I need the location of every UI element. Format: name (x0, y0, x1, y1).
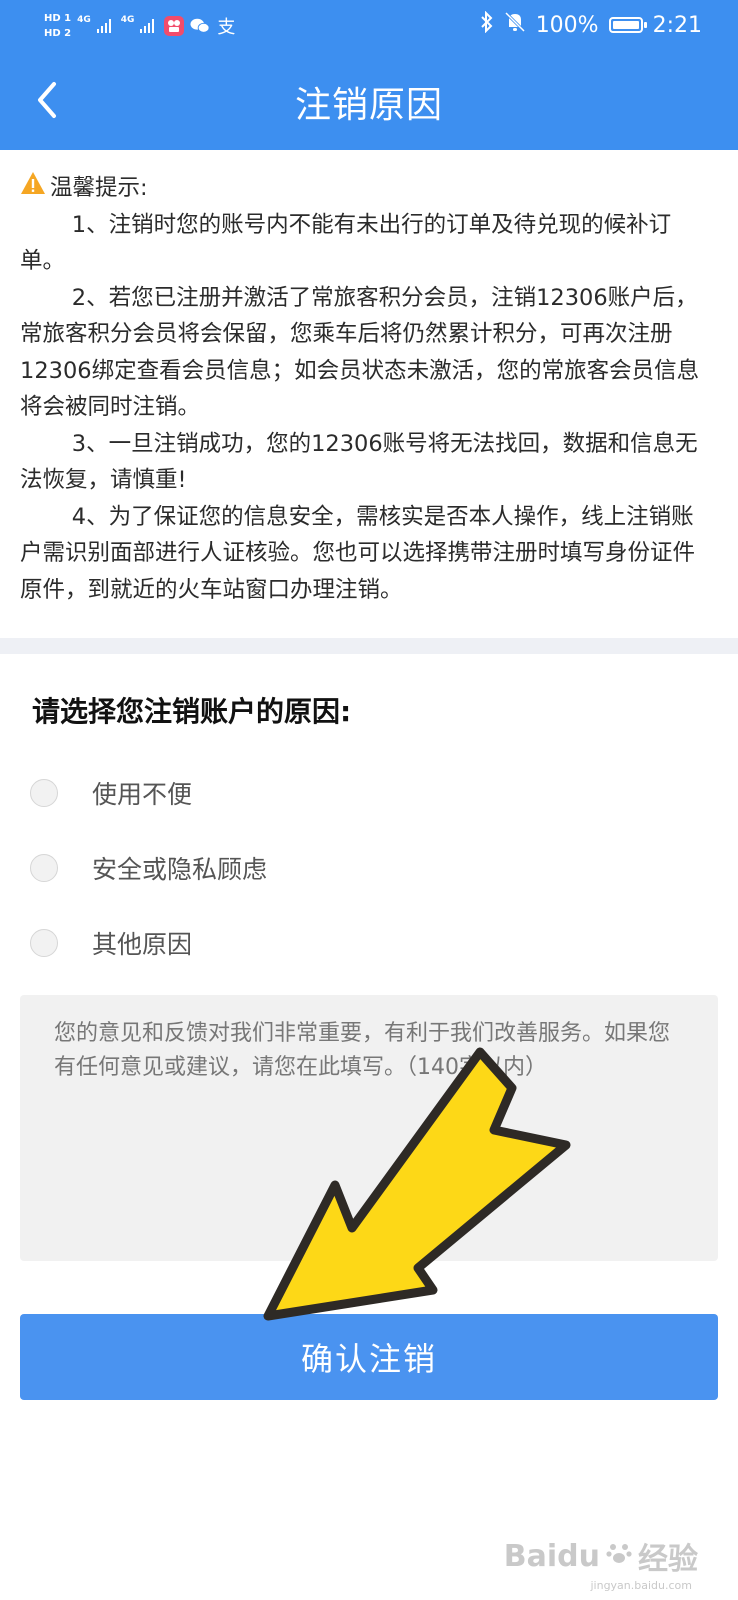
reason-option-label: 其他原因 (92, 930, 193, 959)
paw-icon (606, 1539, 632, 1574)
notice-item-1: 1、注销时您的账号内不能有未出行的订单及待兑现的候补订单。 (20, 211, 672, 275)
sim2-indicator: HD 2 (44, 27, 72, 39)
page-title: 注销原因 (294, 85, 443, 126)
notice-item-3: 3、一旦注销成功，您的12306账号将无法找回，数据和信息无法恢复，请慎重! (20, 430, 698, 494)
clock-time: 2:21 (652, 12, 702, 38)
notice-title: 温馨提示: (50, 175, 148, 201)
network-type-2: 4G (120, 15, 135, 25)
baidu-brand: Baidu (503, 1538, 600, 1574)
reason-option-label: 安全或隐私顾虑 (92, 855, 268, 884)
notice-item-4: 4、为了保证您的信息安全，需核实是否本人操作，线上注销账户需识别面部进行人证核验… (20, 503, 696, 603)
status-bar: HD 1 HD 2 4G 4G 支 100% 2:21 (0, 0, 738, 52)
mute-notification-icon (504, 11, 526, 39)
warm-tips-section: 温馨提示: 1、注销时您的账号内不能有未出行的订单及待兑现的候补订单。 2、若您… (20, 170, 710, 608)
radio-button[interactable] (30, 779, 58, 807)
reason-heading: 请选择您注销账户的原因: (32, 695, 352, 728)
signal-icon-2 (140, 19, 155, 33)
alipay-icon: 支 (217, 17, 236, 38)
reason-option-privacy[interactable]: 安全或隐私顾虑 (30, 845, 690, 891)
watermark-url: jingyan.baidu.com (590, 1579, 692, 1592)
notice-title-row: 温馨提示: (20, 170, 710, 207)
jingyan-text: 经验 (638, 1542, 698, 1577)
app-header: HD 1 HD 2 4G 4G 支 100% 2:21 注销原因 (0, 0, 738, 150)
sim-indicators: HD 1 HD 2 (44, 13, 71, 40)
network-type-1: 4G (77, 15, 91, 25)
radio-button[interactable] (30, 854, 58, 882)
reason-option-other[interactable]: 其他原因 (30, 920, 690, 966)
kuaishou-app-icon (164, 16, 185, 36)
baidu-jingyan-watermark: Baidu 经验 jingyan.baidu.com (503, 1534, 698, 1593)
warning-icon (20, 170, 46, 207)
reason-option-label: 使用不便 (92, 780, 193, 809)
confirm-cancel-account-button[interactable]: 确认注销 (20, 1314, 718, 1400)
signal-icon-1 (96, 19, 111, 33)
battery-icon (608, 17, 647, 33)
feedback-textarea[interactable] (20, 995, 718, 1261)
notice-item-2: 2、若您已注册并激活了常旅客积分会员，注销12306账户后，常旅客积分会员将会保… (20, 284, 700, 421)
bluetooth-icon (480, 10, 494, 39)
wechat-icon (190, 16, 210, 36)
status-bar-left: HD 1 HD 2 4G 4G 支 (44, 6, 236, 46)
reason-option-inconvenient[interactable]: 使用不便 (30, 770, 690, 816)
section-divider (0, 638, 738, 654)
battery-percent: 100% (535, 12, 599, 38)
radio-button[interactable] (30, 929, 58, 957)
sim1-indicator: HD 1 (44, 12, 72, 24)
status-bar-right: 100% 2:21 (480, 10, 702, 40)
